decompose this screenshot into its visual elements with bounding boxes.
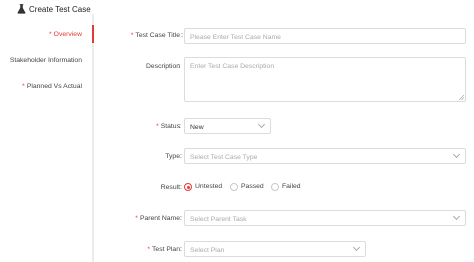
placeholder-text: Please Enter Test Case Name <box>190 34 281 41</box>
chevron-down-icon <box>452 212 461 221</box>
sidebar-item-label: Planned Vs Actual <box>26 83 82 90</box>
label-text: Result <box>160 184 180 191</box>
type-label: Type <box>165 152 180 161</box>
radio-label: Failed <box>282 183 301 190</box>
status-select[interactable]: New <box>184 118 271 134</box>
radio-unchecked-icon <box>271 183 279 191</box>
required-mark: * <box>135 215 138 222</box>
form-section-nav: * Overview Stakeholder Information * Plann… <box>0 14 94 262</box>
radio-label: Passed <box>241 183 264 190</box>
label-colon: : <box>180 184 182 191</box>
required-mark: * <box>156 123 159 130</box>
label-text: Status <box>160 123 180 130</box>
parent-task-select[interactable]: Select Parent Task <box>184 210 466 226</box>
label-colon: : <box>181 32 183 39</box>
radio-unchecked-icon <box>230 183 238 191</box>
result-label: Result <box>161 183 180 192</box>
page-header: Create Test Case <box>0 0 474 14</box>
label-colon: : <box>180 215 182 222</box>
placeholder-text: Enter Test Case Description <box>190 63 275 70</box>
title-label: * Test Case Title <box>131 31 180 40</box>
resize-handle-icon[interactable] <box>459 95 464 100</box>
label-text: Test Plan <box>152 246 180 253</box>
selected-value: New <box>190 124 204 131</box>
label-colon: : <box>180 246 182 253</box>
placeholder-text: Select Test Case Type <box>190 154 258 161</box>
test-case-title-input[interactable]: Please Enter Test Case Name <box>184 28 466 44</box>
required-mark: * <box>49 31 52 38</box>
label-text: Type <box>165 153 180 160</box>
description-label: Description <box>146 62 180 71</box>
status-label: * Status <box>156 122 180 131</box>
label-colon: : <box>180 153 182 160</box>
sidebar-item-stakeholder-information[interactable]: Stakeholder Information <box>10 56 82 65</box>
radio-checked-icon <box>184 183 192 191</box>
required-mark: * <box>130 32 134 39</box>
type-select[interactable]: Select Test Case Type <box>184 148 466 164</box>
label-text: Test Case Title <box>135 32 180 39</box>
chevron-down-icon <box>352 243 361 252</box>
placeholder-text: Select Parent Task <box>190 216 247 223</box>
parent-name-label: * Parent Name <box>135 214 180 223</box>
sidebar-item-label: Overview <box>53 31 82 38</box>
chevron-down-icon <box>452 150 461 159</box>
label-colon: : <box>178 63 180 70</box>
label-text: Parent Name <box>139 215 180 222</box>
test-plan-select[interactable]: Select Plan <box>184 241 366 257</box>
test-plan-label: * Test Plan <box>147 245 180 254</box>
sidebar-item-overview[interactable]: * Overview <box>49 30 82 39</box>
placeholder-text: Select Plan <box>190 247 225 254</box>
radio-label: Untested <box>195 183 223 190</box>
description-textarea[interactable]: Enter Test Case Description <box>184 57 466 102</box>
sidebar-item-planned-vs-actual[interactable]: * Planned Vs Actual <box>22 82 82 91</box>
required-mark: * <box>147 246 151 253</box>
sidebar-item-label: Stakeholder Information <box>9 57 82 64</box>
active-indicator <box>92 25 94 43</box>
chevron-down-icon <box>257 120 266 129</box>
label-colon: : <box>179 123 181 130</box>
flask-icon <box>17 4 26 14</box>
label-text: Description <box>146 63 180 70</box>
required-mark: * <box>22 83 25 90</box>
